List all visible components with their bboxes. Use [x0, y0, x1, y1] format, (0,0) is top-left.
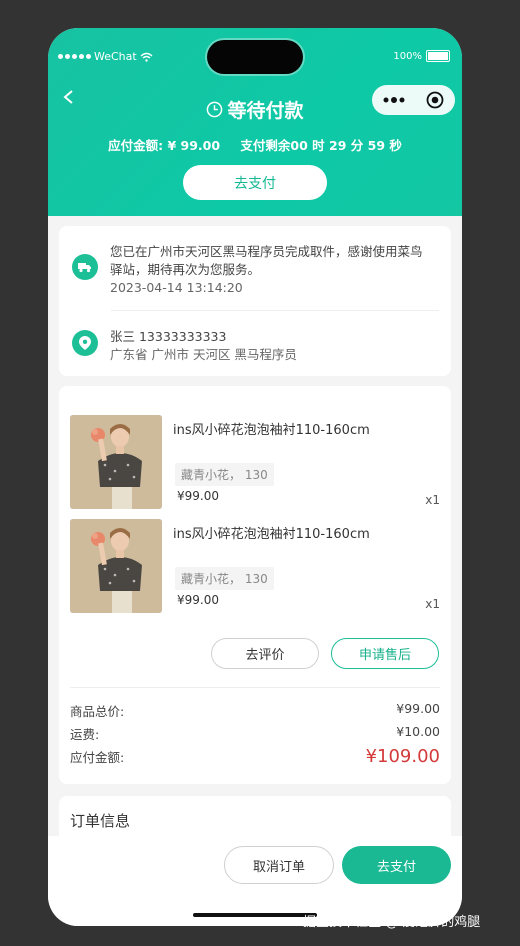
goods-card: ins风小碎花泡泡袖衬110-160cm 藏青小花， 130 ¥99.00 x1 [59, 386, 451, 784]
countdown-label: 支付剩余00 时 29 分 59 秒 [240, 138, 402, 153]
shipping-row: 运费: ¥10.00 [70, 724, 440, 743]
payment-info: 应付金额: ¥ 99.00 支付剩余00 时 29 分 59 秒 [48, 135, 462, 154]
divider [70, 687, 440, 688]
carrier-label: WeChat [94, 50, 137, 63]
after-sale-button[interactable]: 申请售后 [331, 638, 439, 669]
product-image [70, 519, 162, 613]
shipping-label: 运费: [70, 727, 100, 742]
amount-label: 应付金额: ¥ 99.00 [108, 138, 221, 153]
goods-price: ¥99.00 [177, 593, 219, 607]
address-detail: 广东省 广州市 天河区 黑马程序员 [110, 347, 297, 362]
goods-item[interactable]: ins风小碎花泡泡袖衬110-160cm 藏青小花， 130 ¥99.00 x1 [70, 519, 440, 613]
status-battery: 100% [393, 50, 450, 62]
address-contact: 张三 13333333333 [110, 329, 227, 344]
delivery-text: 您已在广州市天河区黑马程序员完成取件，感谢使用菜鸟驿站，期待再次为您服务。 20… [110, 243, 430, 297]
goods-quantity: x1 [425, 493, 440, 507]
title-text: 等待付款 [227, 100, 304, 122]
goods-item[interactable]: ins风小碎花泡泡袖衬110-160cm 藏青小花， 130 ¥99.00 x1 [70, 415, 440, 509]
goods-quantity: x1 [425, 597, 440, 611]
status-carrier: WeChat [58, 50, 153, 63]
product-image [70, 415, 162, 509]
delivery-message: 您已在广州市天河区黑马程序员完成取件，感谢使用菜鸟驿站，期待再次为您服务。 [110, 244, 423, 277]
payable-label: 应付金额: [70, 750, 125, 765]
location-icon [72, 330, 98, 356]
payable-value: ¥109.00 [365, 746, 440, 767]
payable-row: 应付金额: ¥109.00 [70, 746, 440, 767]
goods-price: ¥99.00 [177, 489, 219, 503]
camera-notch [207, 40, 303, 74]
delivery-time: 2023-04-14 13:14:20 [110, 280, 243, 295]
mini-program-capsule [372, 85, 455, 115]
battery-icon [426, 50, 450, 62]
home-indicator [193, 913, 317, 917]
cancel-order-button[interactable]: 取消订单 [224, 846, 334, 884]
address-text: 张三 13333333333 广东省 广州市 天河区 黑马程序员 [110, 328, 430, 364]
logistics-card: 您已在广州市天河区黑马程序员完成取件，感谢使用菜鸟驿站，期待再次为您服务。 20… [59, 226, 451, 376]
order-info-title: 订单信息 [70, 812, 131, 830]
goods-name: ins风小碎花泡泡袖衬110-160cm [173, 527, 370, 542]
signal-icon [58, 54, 91, 59]
header-pay-button[interactable]: 去支付 [183, 165, 327, 200]
shipping-value: ¥10.00 [396, 724, 440, 739]
goods-spec: 藏青小花， 130 [175, 567, 274, 590]
review-button[interactable]: 去评价 [211, 638, 319, 669]
header: WeChat 100% 等待付款 应付金额: ¥ 99.00 支付剩余00 时 … [48, 28, 462, 216]
phone-screen: WeChat 100% 等待付款 应付金额: ¥ 99.00 支付剩余00 时 … [48, 28, 462, 926]
clock-icon [207, 101, 223, 118]
truck-icon [72, 254, 98, 280]
goods-total-row: 商品总价: ¥99.00 [70, 701, 440, 720]
delivery-row[interactable]: 您已在广州市天河区黑马程序员完成取件，感谢使用菜鸟驿站，期待再次为您服务。 20… [72, 243, 430, 297]
watermark: 掘金技术社区 @ 爱泡脚的鸡腿 [303, 915, 481, 930]
close-capsule-icon[interactable] [426, 91, 444, 109]
goods-name: ins风小碎花泡泡袖衬110-160cm [173, 423, 370, 438]
battery-percent: 100% [393, 50, 422, 62]
goods-spec: 藏青小花， 130 [175, 463, 274, 486]
bottom-pay-button[interactable]: 去支付 [342, 846, 451, 884]
goods-total-label: 商品总价: [70, 704, 125, 719]
more-icon[interactable] [383, 96, 405, 104]
wifi-icon [140, 52, 153, 62]
divider [111, 310, 439, 311]
address-row[interactable]: 张三 13333333333 广东省 广州市 天河区 黑马程序员 [72, 328, 430, 364]
goods-total-value: ¥99.00 [396, 701, 440, 716]
